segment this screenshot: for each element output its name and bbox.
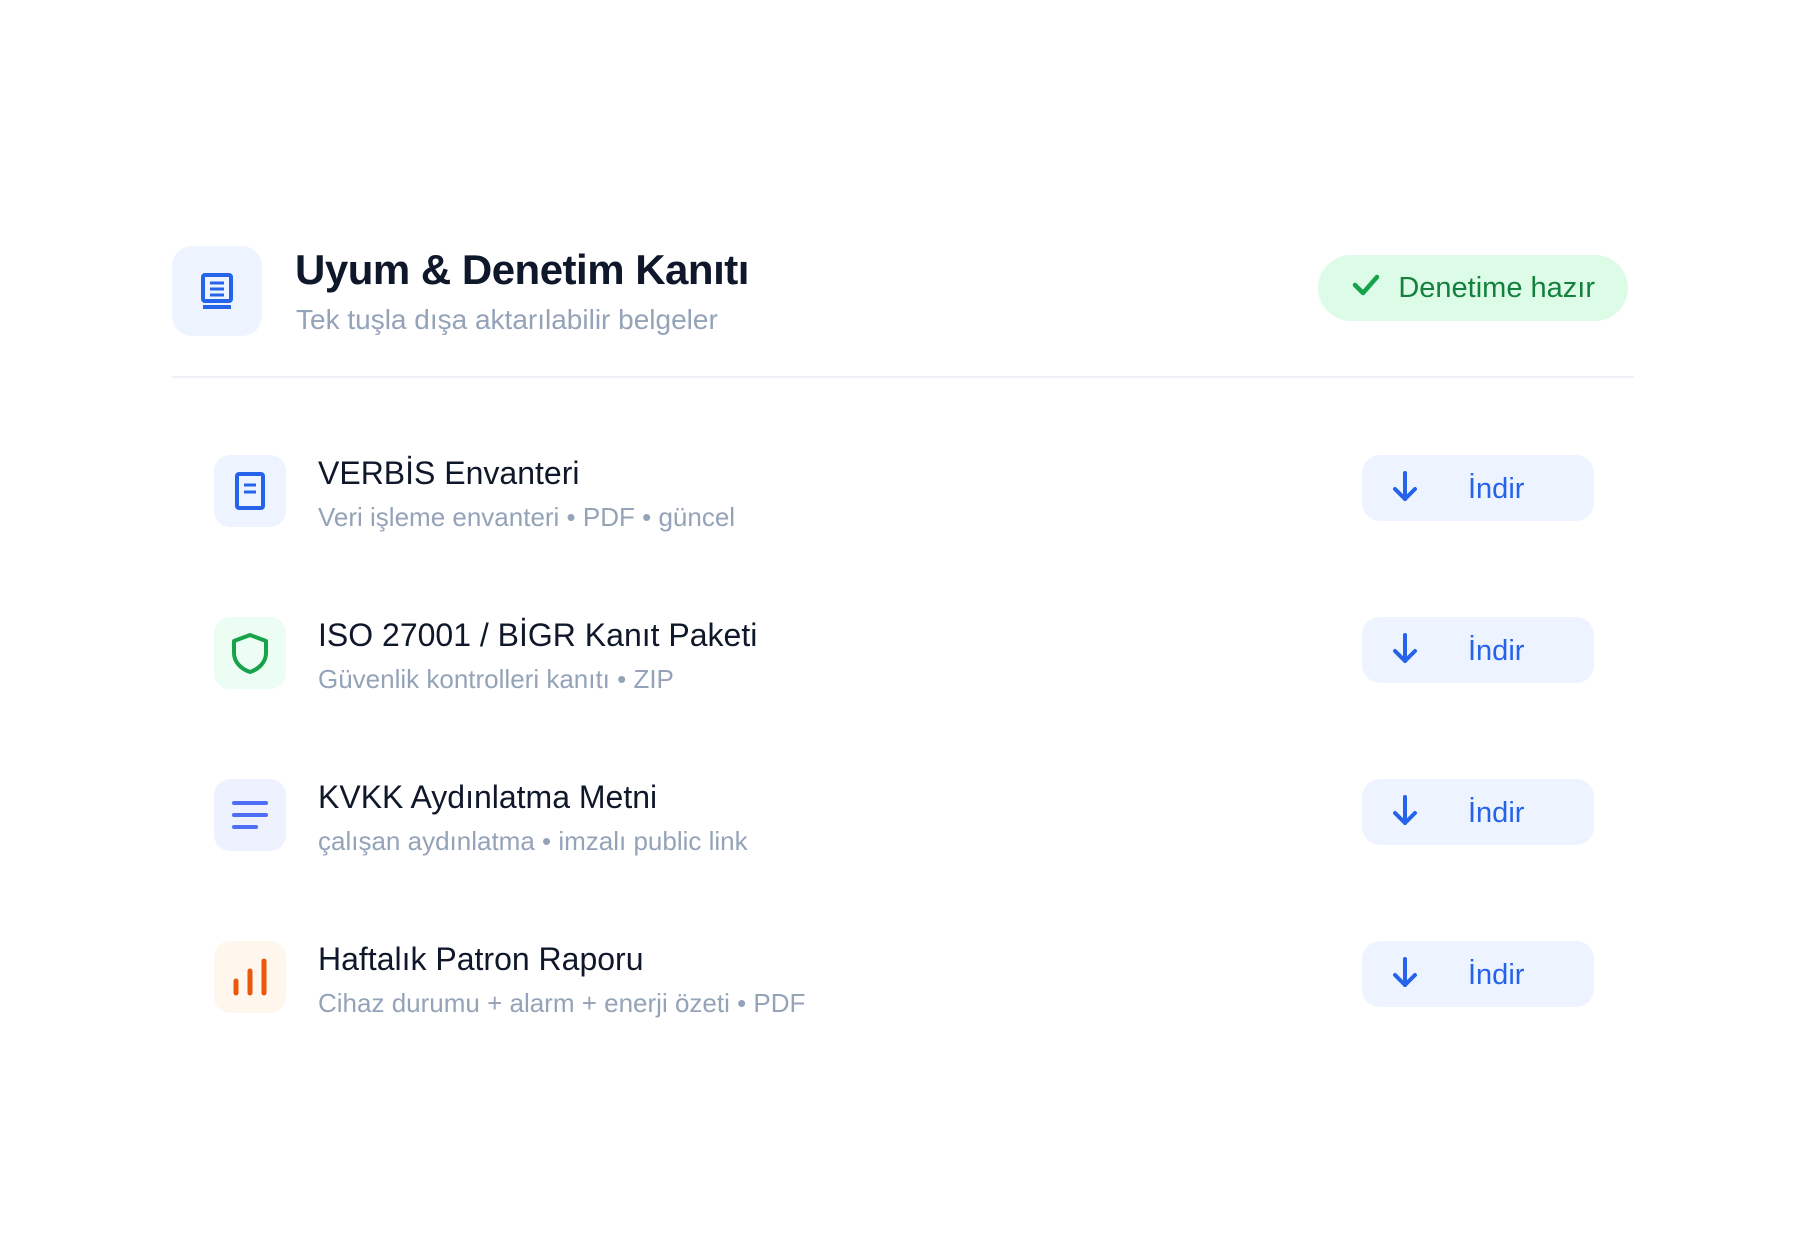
- arrow-down-icon: [1390, 632, 1420, 666]
- header-divider: [172, 376, 1634, 378]
- compliance-card: Uyum & Denetim Kanıtı Tek tuşla dışa akt…: [172, 246, 1634, 1018]
- document-list: VERBİS Envanteri Veri işleme envanteri •…: [214, 455, 1594, 1103]
- page-title: Uyum & Denetim Kanıtı: [295, 246, 749, 293]
- document-title: Haftalık Patron Raporu: [318, 941, 644, 977]
- download-button-kvkk[interactable]: İndir: [1362, 779, 1594, 845]
- document-title: KVKK Aydınlatma Metni: [318, 779, 658, 815]
- download-label: İndir: [1468, 473, 1525, 505]
- document-icon: [214, 455, 286, 527]
- shield-icon: [214, 617, 286, 689]
- arrow-down-icon: [1390, 794, 1420, 828]
- document-title: ISO 27001 / BİGR Kanıt Paketi: [318, 617, 758, 653]
- download-button-report[interactable]: İndir: [1362, 941, 1594, 1007]
- document-description: Güvenlik kontrolleri kanıtı • ZIP: [318, 664, 674, 694]
- download-label: İndir: [1468, 959, 1525, 991]
- text-lines-icon: [214, 779, 286, 851]
- document-description: Veri işleme envanteri • PDF • güncel: [318, 502, 736, 532]
- download-label: İndir: [1468, 797, 1525, 829]
- document-description: Cihaz durumu + alarm + enerji özeti • PD…: [318, 988, 806, 1018]
- document-row-kvkk: KVKK Aydınlatma Metni çalışan aydınlatma…: [214, 779, 1594, 941]
- document-description: çalışan aydınlatma • imzalı public link: [318, 826, 748, 856]
- download-label: İndir: [1468, 635, 1525, 667]
- status-badge: Denetime hazır: [1318, 255, 1628, 321]
- document-row-verbis: VERBİS Envanteri Veri işleme envanteri •…: [214, 455, 1594, 617]
- arrow-down-icon: [1390, 956, 1420, 990]
- document-row-report: Haftalık Patron Raporu Cihaz durumu + al…: [214, 941, 1594, 1103]
- download-button-verbis[interactable]: İndir: [1362, 455, 1594, 521]
- bar-chart-icon: [214, 941, 286, 1013]
- arrow-down-icon: [1390, 470, 1420, 504]
- document-row-iso: ISO 27001 / BİGR Kanıt Paketi Güvenlik k…: [214, 617, 1594, 779]
- card-header: Uyum & Denetim Kanıtı Tek tuşla dışa akt…: [172, 246, 1634, 342]
- download-button-iso[interactable]: İndir: [1362, 617, 1594, 683]
- page-subtitle: Tek tuşla dışa aktarılabilir belgeler: [296, 304, 718, 335]
- document-stack-icon: [172, 246, 262, 336]
- status-label: Denetime hazır: [1398, 271, 1595, 304]
- check-icon: [1352, 272, 1380, 305]
- document-title: VERBİS Envanteri: [318, 455, 580, 491]
